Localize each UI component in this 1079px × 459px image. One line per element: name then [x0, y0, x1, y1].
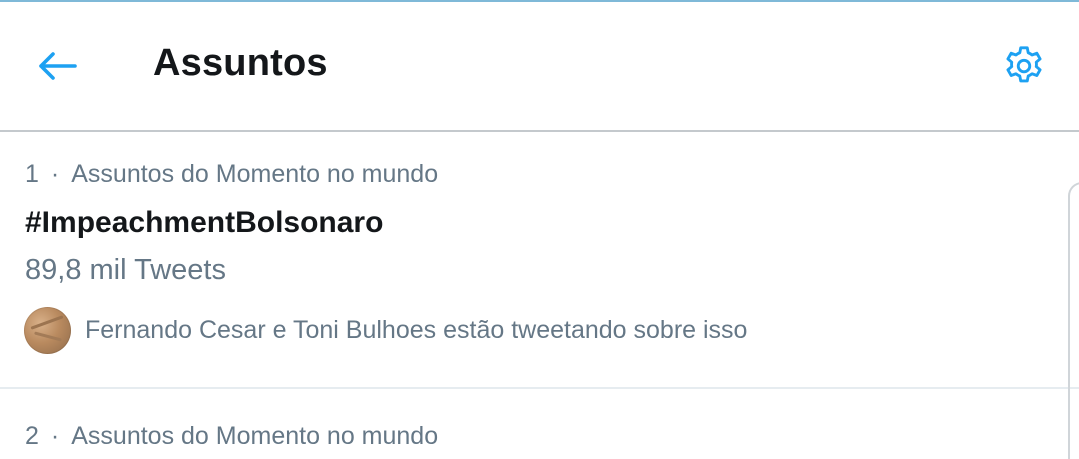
avatar [24, 306, 71, 354]
trend-hashtag: #ImpeachmentBolsonaro [25, 206, 384, 239]
trend-context: Assuntos do Momento no mundo [71, 160, 439, 188]
header: Assuntos [0, 2, 1079, 130]
trend-meta: 2 · Assuntos do Momento no mundo [25, 422, 438, 451]
trend-item[interactable]: 1 · Assuntos do Momento no mundo #Impeachm… [0, 132, 1079, 388]
social-context-text: Fernando Cesar e Toni Bulhoes estão twee… [85, 315, 748, 344]
item-divider [0, 387, 1079, 389]
page-title: Assuntos [153, 42, 328, 84]
settings-button[interactable] [996, 40, 1052, 96]
back-button[interactable] [30, 44, 86, 92]
overlay-edge [1068, 182, 1079, 459]
meta-separator: · [50, 160, 60, 188]
trend-context: Assuntos do Momento no mundo [71, 422, 439, 450]
trend-tweet-count: 89,8 mil Tweets [25, 254, 226, 286]
social-context-row: Fernando Cesar e Toni Bulhoes estão twee… [24, 306, 747, 354]
trend-item[interactable]: 2 · Assuntos do Momento no mundo [0, 390, 1079, 459]
arrow-left-icon [38, 51, 78, 86]
meta-separator: · [50, 422, 60, 450]
trend-rank: 1 [25, 160, 39, 188]
trend-meta: 1 · Assuntos do Momento no mundo [25, 160, 438, 189]
trend-rank: 2 [25, 422, 39, 450]
gear-icon [1001, 43, 1047, 94]
trends-screen: Assuntos 1 · Assuntos do Momento no mundo … [0, 0, 1079, 459]
